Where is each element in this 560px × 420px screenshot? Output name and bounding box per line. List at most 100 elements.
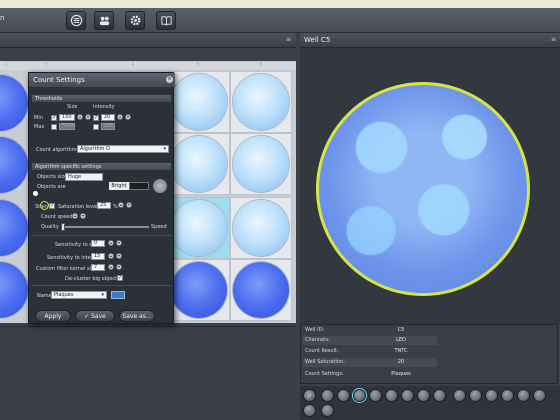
speed-slider-thumb[interactable] [61, 223, 65, 231]
radio-icon[interactable] [33, 191, 38, 196]
saturation-checkbox[interactable]: ✓ [49, 203, 55, 209]
intensity-max-input[interactable]: 255 [101, 123, 115, 130]
objects-size-select[interactable]: Huge [65, 173, 103, 181]
column-number: 5 [196, 62, 200, 68]
spin-up-icon[interactable]: ▴ [117, 114, 123, 120]
column-number: 3 [44, 62, 48, 68]
spin-down-icon[interactable]: ▾ [85, 114, 91, 120]
bright-option[interactable]: Bright [109, 182, 129, 190]
size-max-input[interactable]: 5000 [59, 123, 75, 130]
dialog-title: Count Settings [29, 73, 175, 87]
well [233, 200, 289, 256]
size-min-checkbox[interactable]: ✓ [51, 115, 57, 121]
palette-icon[interactable] [417, 389, 430, 402]
spin-down-icon[interactable]: ▾ [116, 253, 122, 259]
manual-button[interactable] [156, 11, 176, 30]
info-key: Well ID: [305, 327, 325, 333]
expand-icon[interactable]: ⤢ [303, 389, 316, 402]
quality-label: Quality [41, 224, 59, 230]
size-min-input[interactable]: 150 [59, 114, 75, 121]
info-value: LED [396, 337, 406, 343]
algorithm-settings-section: Algorithm specific settings [32, 163, 171, 170]
well [171, 200, 227, 256]
count-speed-label: Count speed [41, 214, 73, 220]
tool-icon[interactable] [321, 404, 334, 417]
panel-grip-icon[interactable]: ≡ [551, 36, 556, 43]
size-max-checkbox[interactable] [51, 124, 57, 130]
count-settings-dialog: Count Settings × Thresholds Size Intensi… [28, 72, 175, 324]
color-swatch[interactable] [111, 291, 125, 299]
speed-up-icon[interactable]: ▴ [72, 213, 78, 219]
spin-up-icon[interactable]: ▴ [77, 114, 83, 120]
save-button[interactable]: ✓ Save [75, 310, 115, 322]
spin-up-icon[interactable]: ▴ [108, 240, 114, 246]
spin-down-icon[interactable]: ▾ [126, 202, 132, 208]
save-label: Save [91, 312, 106, 320]
tool-icon[interactable] [353, 389, 366, 402]
column-number: 4 [131, 62, 135, 68]
intensity-min-checkbox[interactable]: ✓ [93, 115, 99, 121]
save-as-button[interactable]: Save as... [119, 310, 155, 322]
saturation-label: Saturation level [58, 204, 98, 210]
count-algorithm-select[interactable]: Algorithm D ▾ [77, 145, 169, 153]
tool-icon[interactable] [337, 389, 350, 402]
well-panel-title: Well C5 [300, 33, 560, 48]
info-key: Count Settings: [305, 371, 344, 377]
chevron-down-icon: ▾ [163, 146, 166, 152]
well-image[interactable] [316, 82, 530, 296]
speed-slider-track[interactable] [61, 226, 149, 228]
dark-option[interactable] [129, 182, 149, 190]
saturation-input[interactable]: 25 [97, 202, 111, 209]
tool-icon[interactable] [501, 389, 514, 402]
size-sensitivity-input[interactable]: 0 [91, 240, 105, 247]
settings-button[interactable] [125, 11, 145, 30]
tool-icon[interactable] [485, 389, 498, 402]
tool-icon[interactable] [453, 389, 466, 402]
filter-kernel-input[interactable]: 7 [91, 264, 105, 271]
spin-down-icon[interactable]: ▾ [116, 264, 122, 270]
intensity-max-checkbox[interactable] [93, 124, 99, 130]
tool-icon[interactable] [385, 389, 398, 402]
well-cell[interactable] [168, 71, 230, 133]
spin-up-icon[interactable]: ▴ [108, 253, 114, 259]
well-cell[interactable] [168, 133, 230, 195]
spin-up-icon[interactable]: ▴ [108, 264, 114, 270]
count-algorithm-label: Count algorithm [36, 147, 77, 153]
well-cell[interactable] [230, 71, 292, 133]
well-cell[interactable] [230, 133, 292, 195]
min-label: Min [34, 115, 43, 121]
intensity-label: Intensity [93, 104, 115, 110]
spin-down-icon[interactable]: ▾ [116, 240, 122, 246]
well-cell[interactable] [230, 197, 292, 259]
tool-icon[interactable] [517, 389, 530, 402]
decluster-checkbox[interactable]: ✓ [117, 275, 123, 281]
intensity-sensitivity-input[interactable]: 15 [91, 253, 105, 260]
well-cell-selected[interactable] [168, 197, 230, 259]
tool-icon[interactable] [401, 389, 414, 402]
stain-toggle[interactable] [40, 201, 49, 210]
tool-icon[interactable] [321, 389, 334, 402]
tool-icon[interactable] [469, 389, 482, 402]
tool-icon[interactable] [369, 389, 382, 402]
spin-down-icon[interactable]: ▾ [125, 114, 131, 120]
speed-down-icon[interactable]: ▾ [80, 213, 86, 219]
well-cell[interactable] [230, 259, 292, 321]
color-picker-icon[interactable] [153, 179, 167, 193]
name-select[interactable]: Plaques ▾ [51, 291, 107, 299]
divider [32, 285, 171, 286]
grid-icon[interactable] [303, 404, 316, 417]
well [233, 262, 289, 318]
zoom-icon[interactable] [433, 389, 446, 402]
info-row: Channels: LED [303, 336, 437, 345]
tool-icon[interactable] [533, 389, 546, 402]
well-cell[interactable] [168, 259, 230, 321]
spin-up-icon[interactable]: ▴ [118, 202, 124, 208]
info-value: TNTC [394, 348, 408, 354]
intensity-min-input[interactable]: 20 [101, 114, 115, 121]
dna-tool-button[interactable] [66, 11, 86, 30]
info-key: Channels: [305, 337, 330, 343]
close-icon[interactable]: × [166, 76, 173, 83]
apply-button[interactable]: Apply [35, 310, 71, 322]
panel-grip-icon[interactable]: ≡ [286, 36, 294, 43]
users-button[interactable] [94, 11, 114, 30]
